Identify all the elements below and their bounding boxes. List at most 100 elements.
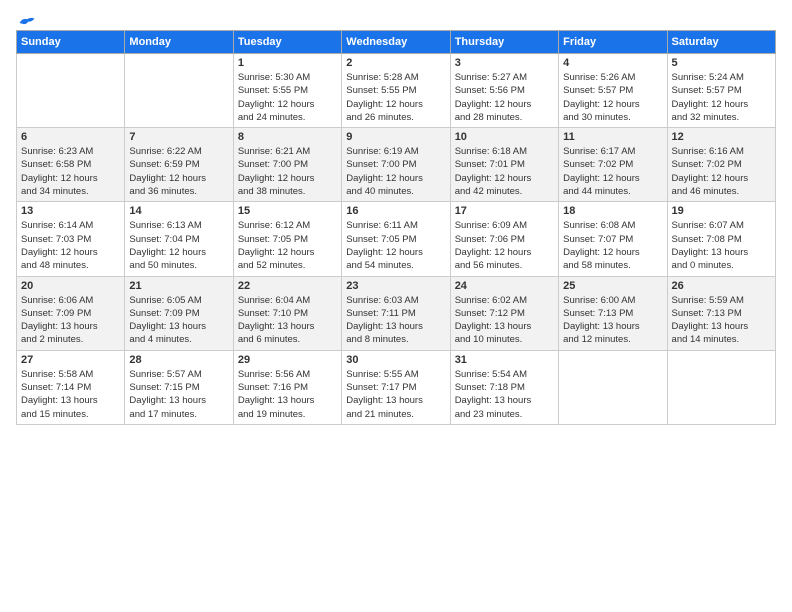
day-cell: 15 Sunrise: 6:12 AM Sunset: 7:05 PM Dayli…	[233, 202, 341, 276]
day-info: Sunrise: 6:12 AM Sunset: 7:05 PM Dayligh…	[238, 219, 337, 272]
day-cell: 10 Sunrise: 6:18 AM Sunset: 7:01 PM Dayli…	[450, 128, 558, 202]
day-number: 12	[672, 131, 771, 143]
day-cell: 5 Sunrise: 5:24 AM Sunset: 5:57 PM Daylig…	[667, 54, 775, 128]
day-info: Sunrise: 6:19 AM Sunset: 7:00 PM Dayligh…	[346, 145, 445, 198]
week-row-4: 20 Sunrise: 6:06 AM Sunset: 7:09 PM Dayli…	[17, 276, 776, 350]
day-number: 18	[563, 205, 662, 217]
day-info: Sunrise: 6:00 AM Sunset: 7:13 PM Dayligh…	[563, 294, 662, 347]
day-info: Sunrise: 6:23 AM Sunset: 6:58 PM Dayligh…	[21, 145, 120, 198]
day-number: 22	[238, 280, 337, 292]
day-info: Sunrise: 5:28 AM Sunset: 5:55 PM Dayligh…	[346, 71, 445, 124]
day-number: 8	[238, 131, 337, 143]
day-number: 31	[455, 354, 554, 366]
day-info: Sunrise: 5:54 AM Sunset: 7:18 PM Dayligh…	[455, 368, 554, 421]
day-cell	[17, 54, 125, 128]
day-cell: 29 Sunrise: 5:56 AM Sunset: 7:16 PM Dayli…	[233, 350, 341, 424]
day-number: 16	[346, 205, 445, 217]
day-cell: 22Sunrise: 6:04 AM Sunset: 7:10 PM Dayli…	[233, 276, 341, 350]
day-cell: 16Sunrise: 6:11 AM Sunset: 7:05 PM Dayli…	[342, 202, 450, 276]
day-cell: 7 Sunrise: 6:22 AM Sunset: 6:59 PM Daylig…	[125, 128, 233, 202]
day-number: 1	[238, 57, 337, 69]
day-number: 7	[129, 131, 228, 143]
day-info: Sunrise: 6:18 AM Sunset: 7:01 PM Dayligh…	[455, 145, 554, 198]
day-cell	[559, 350, 667, 424]
day-cell: 1 Sunrise: 5:30 AM Sunset: 5:55 PM Daylig…	[233, 54, 341, 128]
header-row: SundayMondayTuesdayWednesdayThursdayFrid…	[17, 31, 776, 54]
page-header	[16, 16, 776, 26]
day-cell	[667, 350, 775, 424]
day-cell: 17 Sunrise: 6:09 AM Sunset: 7:06 PM Dayli…	[450, 202, 558, 276]
day-number: 15	[238, 205, 337, 217]
day-number: 6	[21, 131, 120, 143]
day-number: 17	[455, 205, 554, 217]
day-cell: 25Sunrise: 6:00 AM Sunset: 7:13 PM Dayli…	[559, 276, 667, 350]
col-header-saturday: Saturday	[667, 31, 775, 54]
day-info: Sunrise: 6:08 AM Sunset: 7:07 PM Dayligh…	[563, 219, 662, 272]
day-cell: 21 Sunrise: 6:05 AM Sunset: 7:09 PM Dayli…	[125, 276, 233, 350]
col-header-friday: Friday	[559, 31, 667, 54]
calendar-table: SundayMondayTuesdayWednesdayThursdayFrid…	[16, 30, 776, 425]
day-info: Sunrise: 5:24 AM Sunset: 5:57 PM Dayligh…	[672, 71, 771, 124]
day-number: 3	[455, 57, 554, 69]
week-row-5: 27 Sunrise: 5:58 AM Sunset: 7:14 PM Dayli…	[17, 350, 776, 424]
day-number: 5	[672, 57, 771, 69]
day-cell: 14 Sunrise: 6:13 AM Sunset: 7:04 PM Dayli…	[125, 202, 233, 276]
week-row-2: 6 Sunrise: 6:23 AM Sunset: 6:58 PM Daylig…	[17, 128, 776, 202]
day-number: 23	[346, 280, 445, 292]
day-info: Sunrise: 5:27 AM Sunset: 5:56 PM Dayligh…	[455, 71, 554, 124]
day-info: Sunrise: 6:17 AM Sunset: 7:02 PM Dayligh…	[563, 145, 662, 198]
day-cell: 8 Sunrise: 6:21 AM Sunset: 7:00 PM Daylig…	[233, 128, 341, 202]
day-number: 30	[346, 354, 445, 366]
day-cell: 12 Sunrise: 6:16 AM Sunset: 7:02 PM Dayli…	[667, 128, 775, 202]
day-info: Sunrise: 6:21 AM Sunset: 7:00 PM Dayligh…	[238, 145, 337, 198]
day-info: Sunrise: 6:22 AM Sunset: 6:59 PM Dayligh…	[129, 145, 228, 198]
col-header-thursday: Thursday	[450, 31, 558, 54]
day-info: Sunrise: 6:02 AM Sunset: 7:12 PM Dayligh…	[455, 294, 554, 347]
day-cell: 18 Sunrise: 6:08 AM Sunset: 7:07 PM Dayli…	[559, 202, 667, 276]
day-number: 4	[563, 57, 662, 69]
day-cell: 19Sunrise: 6:07 AM Sunset: 7:08 PM Dayli…	[667, 202, 775, 276]
day-cell: 28Sunrise: 5:57 AM Sunset: 7:15 PM Dayli…	[125, 350, 233, 424]
col-header-wednesday: Wednesday	[342, 31, 450, 54]
col-header-tuesday: Tuesday	[233, 31, 341, 54]
logo-bird-icon	[18, 16, 36, 30]
day-number: 10	[455, 131, 554, 143]
day-info: Sunrise: 6:16 AM Sunset: 7:02 PM Dayligh…	[672, 145, 771, 198]
day-info: Sunrise: 6:03 AM Sunset: 7:11 PM Dayligh…	[346, 294, 445, 347]
day-cell: 9Sunrise: 6:19 AM Sunset: 7:00 PM Daylig…	[342, 128, 450, 202]
col-header-sunday: Sunday	[17, 31, 125, 54]
day-info: Sunrise: 5:55 AM Sunset: 7:17 PM Dayligh…	[346, 368, 445, 421]
day-cell: 20 Sunrise: 6:06 AM Sunset: 7:09 PM Dayli…	[17, 276, 125, 350]
day-info: Sunrise: 5:58 AM Sunset: 7:14 PM Dayligh…	[21, 368, 120, 421]
day-number: 2	[346, 57, 445, 69]
week-row-1: 1 Sunrise: 5:30 AM Sunset: 5:55 PM Daylig…	[17, 54, 776, 128]
day-cell: 2 Sunrise: 5:28 AM Sunset: 5:55 PM Daylig…	[342, 54, 450, 128]
day-info: Sunrise: 6:05 AM Sunset: 7:09 PM Dayligh…	[129, 294, 228, 347]
day-cell: 6 Sunrise: 6:23 AM Sunset: 6:58 PM Daylig…	[17, 128, 125, 202]
day-number: 20	[21, 280, 120, 292]
day-info: Sunrise: 5:56 AM Sunset: 7:16 PM Dayligh…	[238, 368, 337, 421]
day-cell: 24 Sunrise: 6:02 AM Sunset: 7:12 PM Dayli…	[450, 276, 558, 350]
day-info: Sunrise: 6:14 AM Sunset: 7:03 PM Dayligh…	[21, 219, 120, 272]
day-info: Sunrise: 5:59 AM Sunset: 7:13 PM Dayligh…	[672, 294, 771, 347]
day-number: 29	[238, 354, 337, 366]
day-number: 24	[455, 280, 554, 292]
day-info: Sunrise: 5:30 AM Sunset: 5:55 PM Dayligh…	[238, 71, 337, 124]
logo	[16, 16, 36, 26]
day-info: Sunrise: 6:09 AM Sunset: 7:06 PM Dayligh…	[455, 219, 554, 272]
day-cell: 31 Sunrise: 5:54 AM Sunset: 7:18 PM Dayli…	[450, 350, 558, 424]
day-info: Sunrise: 6:07 AM Sunset: 7:08 PM Dayligh…	[672, 219, 771, 272]
day-info: Sunrise: 6:06 AM Sunset: 7:09 PM Dayligh…	[21, 294, 120, 347]
day-cell: 23 Sunrise: 6:03 AM Sunset: 7:11 PM Dayli…	[342, 276, 450, 350]
day-cell: 3 Sunrise: 5:27 AM Sunset: 5:56 PM Daylig…	[450, 54, 558, 128]
day-cell: 26Sunrise: 5:59 AM Sunset: 7:13 PM Dayli…	[667, 276, 775, 350]
col-header-monday: Monday	[125, 31, 233, 54]
day-number: 11	[563, 131, 662, 143]
week-row-3: 13Sunrise: 6:14 AM Sunset: 7:03 PM Dayli…	[17, 202, 776, 276]
day-number: 14	[129, 205, 228, 217]
day-number: 27	[21, 354, 120, 366]
day-number: 21	[129, 280, 228, 292]
day-cell: 4Sunrise: 5:26 AM Sunset: 5:57 PM Daylig…	[559, 54, 667, 128]
day-cell: 27 Sunrise: 5:58 AM Sunset: 7:14 PM Dayli…	[17, 350, 125, 424]
day-info: Sunrise: 6:13 AM Sunset: 7:04 PM Dayligh…	[129, 219, 228, 272]
